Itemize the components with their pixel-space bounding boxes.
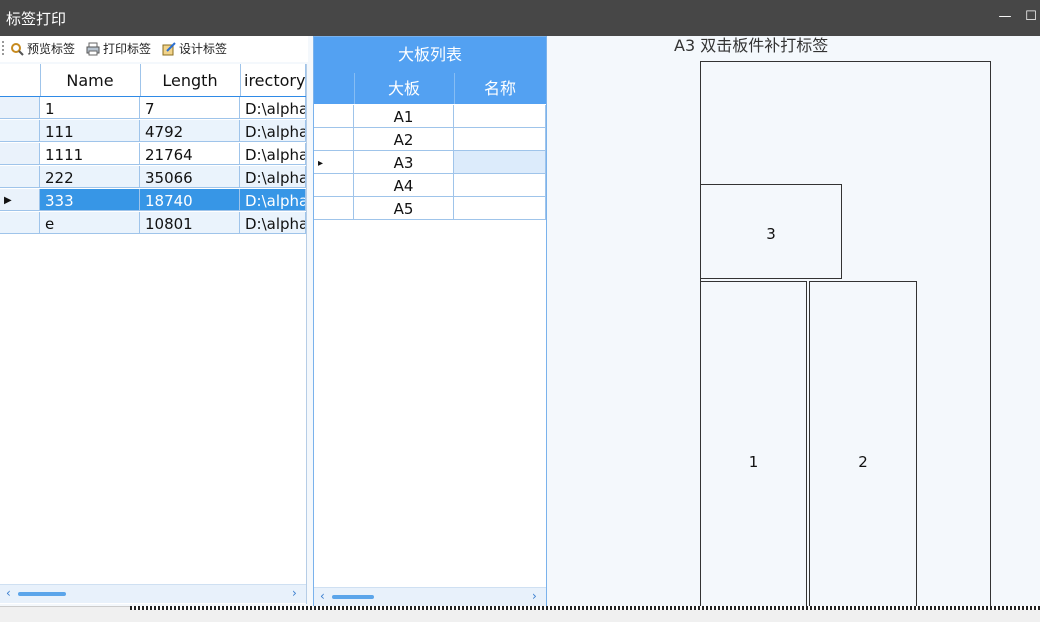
file-grid[interactable]: Name Length irectoryN 17D:\alpha1114792D… [0,64,307,604]
board-row[interactable]: A2 [314,128,546,151]
board-row[interactable]: A4 [314,174,546,197]
row-header-corner [314,73,355,104]
table-row[interactable]: e 10801 D:\alpha [0,212,306,235]
window-title: 标签打印 [6,10,67,28]
board-list-grid[interactable]: 大板列表 大板 名称 A1 A2 ▸ A3 A4 A5 [313,36,547,606]
row-marker[interactable] [0,166,40,188]
canvas-hint: A3 双击板件补打标签 [674,36,829,55]
board-cell-board[interactable]: A5 [354,197,454,220]
row-marker[interactable] [0,97,40,119]
table-cell-dir[interactable]: D:\alpha [240,143,306,165]
table-cell-dir[interactable]: D:\alpha [240,189,306,211]
magnifier-icon [10,42,24,56]
table-row[interactable]: ▶ 333 18740 D:\alpha [0,189,306,212]
table-cell-dir[interactable]: D:\alpha [240,120,306,142]
board-cell-board[interactable]: A1 [354,105,454,128]
column-header-board[interactable]: 大板 [354,73,455,104]
table-row[interactable]: 111 4792 D:\alpha [0,120,306,143]
table-cell-name[interactable]: 222 [40,166,140,188]
board-cell-board[interactable]: A4 [354,174,454,197]
board-preview-canvas[interactable]: A3 双击板件补打标签 3 1 2 [548,36,1040,606]
table-cell-length[interactable]: 18740 [140,189,240,211]
row-marker[interactable] [0,120,40,142]
column-header-directory[interactable]: irectoryN [240,64,306,96]
board-row[interactable]: ▸ A3 [314,151,546,174]
table-cell-name[interactable]: 111 [40,120,140,142]
file-grid-hscrollbar[interactable]: ‹ › [0,584,306,603]
toolbar: 预览标签 打印标签 设计标签 [0,36,308,62]
scroll-left-arrow[interactable]: ‹ [6,586,11,600]
table-cell-length[interactable]: 7 [140,97,240,119]
part-number: 3 [766,225,776,243]
preview-label-button[interactable]: 预览标签 [10,40,75,58]
board-row[interactable]: A1 [314,105,546,128]
column-header-length[interactable]: Length [140,64,241,96]
board-cell-name[interactable] [454,174,546,197]
scroll-right-arrow[interactable]: › [292,586,297,600]
board-cell-name[interactable] [454,105,546,128]
board-list-header: 大板 名称 [314,73,546,104]
table-cell-length[interactable]: 4792 [140,120,240,142]
table-row[interactable]: 222 35066 D:\alpha [0,166,306,189]
row-marker[interactable]: ▸ [314,151,354,174]
table-row[interactable]: 1 7 D:\alpha [0,97,306,120]
ruler-strip [130,606,1040,610]
board-cell-board[interactable]: A2 [354,128,454,151]
row-marker[interactable] [314,128,354,151]
row-marker[interactable] [314,197,354,220]
preview-label-text: 预览标签 [27,42,76,56]
column-header-board-name[interactable]: 名称 [454,73,546,104]
board-cell-name[interactable] [454,197,546,220]
scroll-left-arrow[interactable]: ‹ [320,589,325,603]
board-row[interactable]: A5 [314,197,546,220]
minimize-button[interactable]: — [998,10,1012,24]
design-label-text: 设计标签 [179,42,228,56]
table-cell-dir[interactable]: D:\alpha [240,212,306,234]
row-marker[interactable] [314,174,354,197]
row-marker[interactable] [0,143,40,165]
printer-icon [86,42,100,56]
part-panel[interactable]: 3 [700,184,842,279]
toolbar-grip [2,41,6,55]
table-cell-name[interactable]: e [40,212,140,234]
part-number: 2 [858,453,868,471]
row-header-corner [0,64,41,96]
design-label-button[interactable]: 设计标签 [162,40,227,58]
table-cell-name[interactable]: 1 [40,97,140,119]
part-number: 1 [748,453,759,471]
file-grid-header: Name Length irectoryN [0,64,306,97]
maximize-button[interactable]: ☐ [1024,10,1038,24]
row-marker[interactable] [314,105,354,128]
table-cell-dir[interactable]: D:\alpha [240,166,306,188]
part-panel[interactable]: 1 [700,281,807,606]
board-grid-hscrollbar[interactable]: ‹ › [314,587,546,606]
table-cell-name[interactable]: 1111 [40,143,140,165]
print-label-button[interactable]: 打印标签 [86,40,151,58]
scroll-thumb[interactable] [332,595,374,599]
table-cell-name[interactable]: 333 [40,189,140,211]
print-label-text: 打印标签 [103,42,152,56]
table-cell-length[interactable]: 35066 [140,166,240,188]
table-cell-dir[interactable]: D:\alpha [240,97,306,119]
table-row[interactable]: 1111 21764 D:\alpha [0,143,306,166]
column-header-name[interactable]: Name [40,64,141,96]
scroll-right-arrow[interactable]: › [532,589,537,603]
row-marker[interactable] [0,212,40,234]
board-cell-board[interactable]: A3 [354,151,454,174]
design-icon [162,42,176,56]
scroll-thumb[interactable] [18,592,66,596]
part-panel[interactable]: 2 [809,281,917,606]
board-cell-name[interactable] [454,128,546,151]
title-bar: 标签打印 — ☐ [0,0,1040,36]
table-cell-length[interactable]: 21764 [140,143,240,165]
row-marker[interactable]: ▶ [0,189,40,211]
board-list-title: 大板列表 [314,37,546,73]
table-cell-length[interactable]: 10801 [140,212,240,234]
board-cell-name[interactable] [454,151,546,174]
